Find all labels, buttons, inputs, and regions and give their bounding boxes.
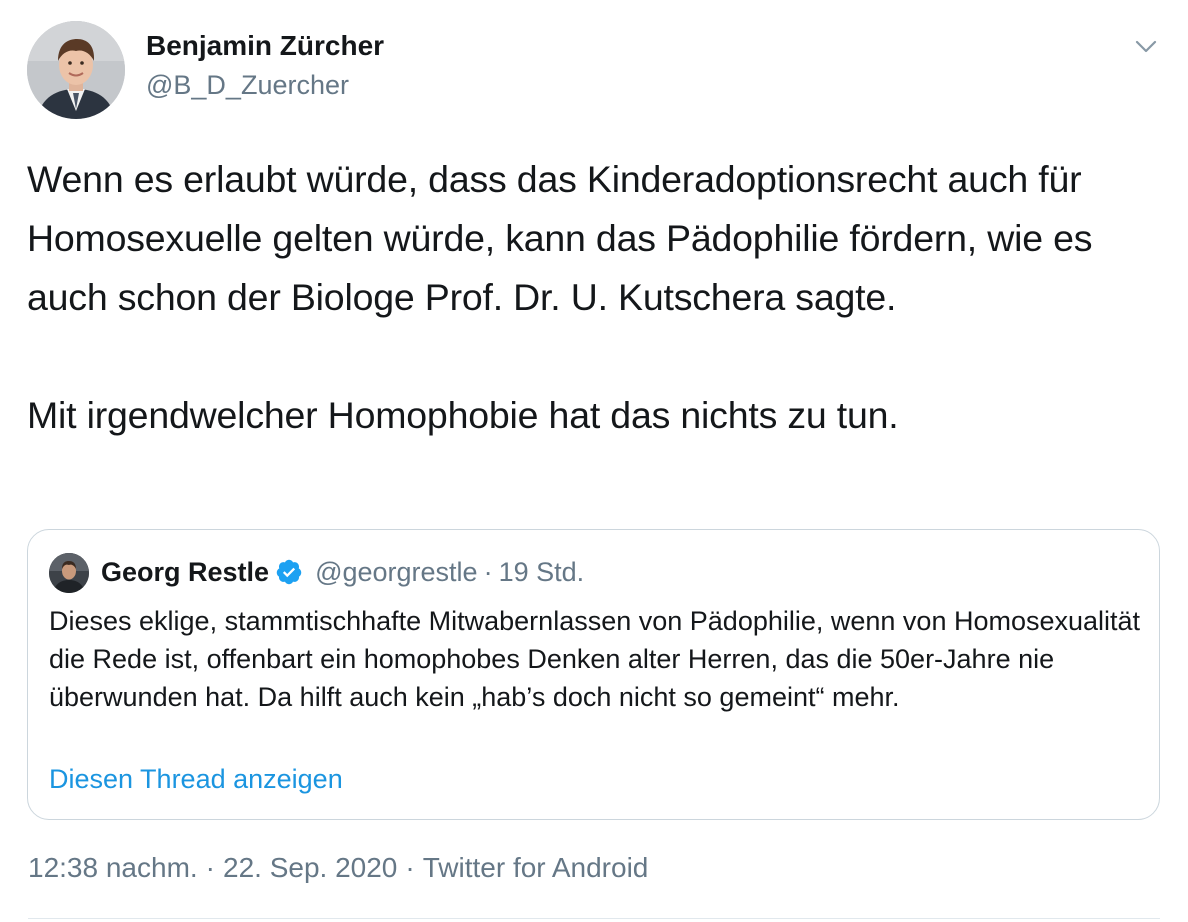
quoted-author-handle: @georgrestle <box>315 557 478 587</box>
tweet-date[interactable]: 22. Sep. 2020 <box>223 852 397 883</box>
quoted-meta-separator: · <box>483 557 493 587</box>
tweet-text: Wenn es erlaubt würde, dass das Kinderad… <box>27 150 1147 445</box>
tweet-paragraph: Mit irgendwelcher Homophobie hat das nic… <box>27 394 899 436</box>
quoted-tweet-time: 19 Std. <box>498 557 585 587</box>
quoted-tweet-header: Georg Restle @georgrestle · 19 Std. <box>101 554 584 590</box>
tweet-time[interactable]: 12:38 nachm. <box>28 852 198 883</box>
quoted-author-avatar-image <box>49 553 89 593</box>
quoted-tweet-card[interactable]: Georg Restle @georgrestle · 19 Std. Dies… <box>27 529 1160 820</box>
chevron-down-icon[interactable] <box>1131 32 1161 62</box>
tweet-footer: 12:38 nachm. · 22. Sep. 2020 · Twitter for A… <box>28 852 648 884</box>
quoted-author-name: Georg Restle <box>101 557 270 587</box>
footer-separator: · <box>205 852 215 883</box>
divider <box>28 918 1160 919</box>
author-avatar-image <box>27 21 125 119</box>
author-avatar[interactable] <box>27 21 125 119</box>
tweet-source[interactable]: Twitter for Android <box>423 852 649 883</box>
quoted-tweet-text: Dieses eklige, stammtischhafte Mitwabern… <box>49 606 1141 712</box>
footer-separator: · <box>405 852 415 883</box>
verified-badge-icon <box>275 558 303 586</box>
quoted-author-avatar <box>49 553 89 593</box>
show-thread-link[interactable]: Diesen Thread anzeigen <box>49 764 343 795</box>
tweet: Benjamin Zürcher @B_D_Zuercher Wenn es e… <box>0 0 1188 922</box>
author-handle[interactable]: @B_D_Zuercher <box>146 70 349 101</box>
tweet-paragraph: Wenn es erlaubt würde, dass das Kinderad… <box>27 158 1093 318</box>
author-display-name[interactable]: Benjamin Zürcher <box>146 30 384 62</box>
